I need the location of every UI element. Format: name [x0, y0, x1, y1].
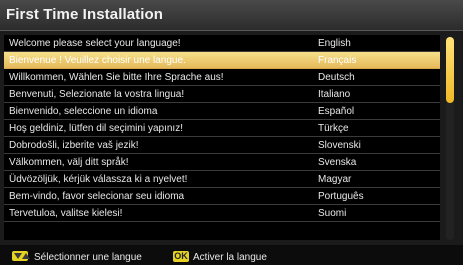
arrow-up-icon	[22, 253, 30, 259]
window: First Time Installation Welcome please s…	[0, 0, 463, 265]
arrow-down-icon	[14, 253, 22, 259]
language-row[interactable]: Üdvözöljük, kérjük válassza ki a nyelvet…	[4, 171, 440, 188]
scrollbar-thumb[interactable]	[446, 37, 454, 103]
language-name: Italiano	[318, 89, 351, 100]
language-prompt: Dobrodošli, izberite vaš jezik!	[9, 140, 139, 151]
language-row[interactable]: Välkommen, välj ditt språk! Svenska	[4, 154, 440, 171]
language-row[interactable]: Bem-vindo, favor selecionar seu idioma P…	[4, 188, 440, 205]
language-row[interactable]: Hoş geldiniz, lütfen dil seçimini yapını…	[4, 120, 440, 137]
language-prompt: Willkommen, Wählen Sie bitte Ihre Sprach…	[9, 72, 224, 83]
language-name: Slovenski	[318, 140, 361, 151]
language-prompt: Hoş geldiniz, lütfen dil seçimini yapını…	[9, 123, 183, 134]
language-name: Português	[318, 191, 364, 202]
language-prompt: Üdvözöljük, kérjük válassza ki a nyelvet…	[9, 174, 188, 185]
activate-hint: Activer la langue	[193, 252, 267, 263]
language-prompt: Bienvenue ! Veuillez choisir une langue.	[9, 55, 186, 66]
language-prompt: Bienvenido, seleccione un idioma	[9, 106, 158, 117]
language-name: English	[318, 38, 351, 49]
language-name: Suomi	[318, 208, 347, 219]
language-row[interactable]: Welcome please select your language! Eng…	[4, 35, 440, 52]
language-prompt: Välkommen, välj ditt språk!	[9, 157, 129, 168]
language-name: Svenska	[318, 157, 357, 168]
language-name: Español	[318, 106, 355, 117]
language-name: Deutsch	[318, 72, 355, 83]
language-name: Magyar	[318, 174, 352, 185]
window-title: First Time Installation	[6, 6, 164, 23]
language-row[interactable]: Benvenuti, Selezionate la vostra lingua!…	[4, 86, 440, 103]
language-prompt: Welcome please select your language!	[9, 38, 181, 49]
language-prompt: Tervetuloa, valitse kielesi!	[9, 208, 123, 219]
language-row-selected[interactable]: Bienvenue ! Veuillez choisir une langue.…	[4, 52, 440, 69]
language-name: Français	[318, 55, 357, 66]
language-name: Türkçe	[318, 123, 349, 134]
language-row[interactable]	[4, 222, 440, 239]
language-row[interactable]: Tervetuloa, valitse kielesi! Suomi	[4, 205, 440, 222]
title-bar: First Time Installation	[0, 0, 463, 31]
navigate-hint: Sélectionner une langue	[34, 252, 142, 263]
language-prompt: Benvenuti, Selezionate la vostra lingua!	[9, 89, 185, 100]
ok-key-icon: OK	[173, 251, 189, 262]
language-list: Welcome please select your language! Eng…	[4, 35, 440, 240]
language-row[interactable]: Bienvenido, seleccione un idioma Español	[4, 103, 440, 120]
language-row[interactable]: Dobrodošli, izberite vaš jezik! Slovensk…	[4, 137, 440, 154]
language-row[interactable]: Willkommen, Wählen Sie bitte Ihre Sprach…	[4, 69, 440, 86]
language-prompt: Bem-vindo, favor selecionar seu idioma	[9, 191, 185, 202]
